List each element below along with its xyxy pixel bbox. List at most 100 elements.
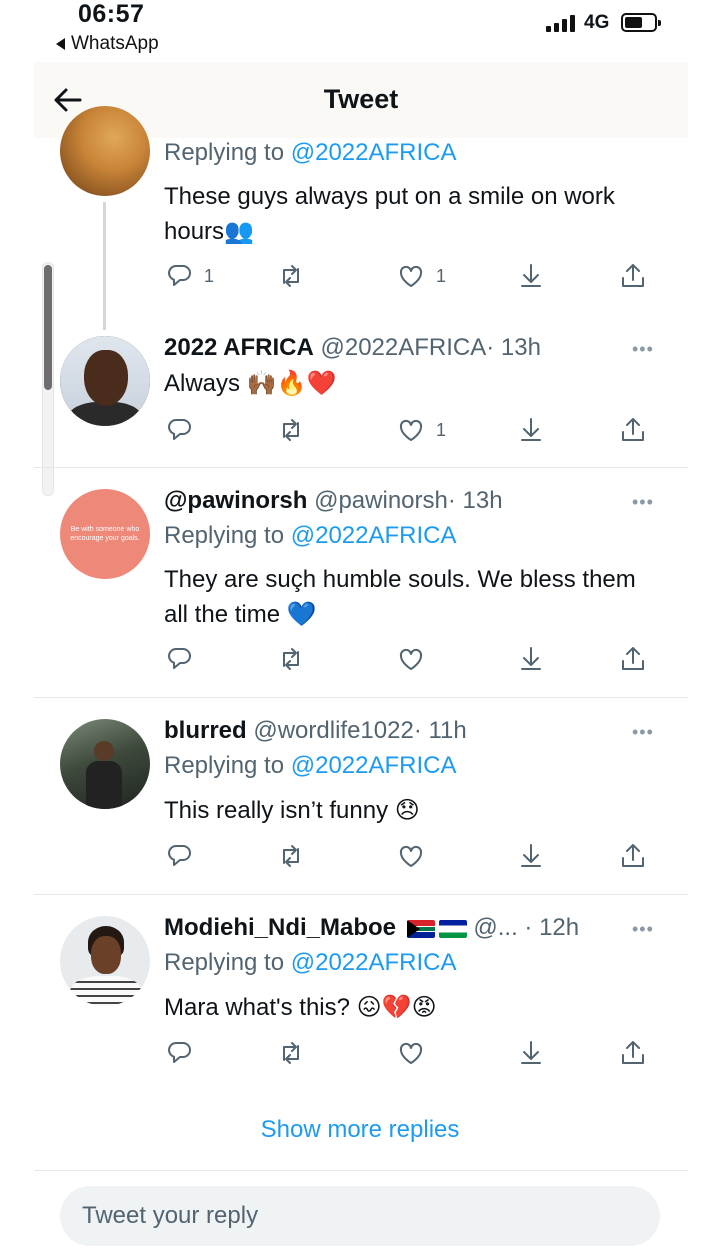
tweet-header: 2022 AFRICA @2022AFRICA· 13h [164,333,541,363]
retweet-icon [283,845,299,867]
back-app-label: WhatsApp [71,33,159,54]
retweet-button[interactable] [276,259,306,293]
tweet-actions [164,642,664,676]
battery-icon [621,13,661,32]
retweet-button[interactable] [276,642,306,676]
scrollbar-thumb[interactable] [44,265,52,390]
like-button[interactable] [396,839,426,873]
replying-to-link[interactable]: @2022AFRICA [291,522,457,549]
back-triangle-icon [56,38,65,50]
bookmark-button[interactable] [516,1036,546,1070]
tweet-actions [164,1036,664,1070]
scrollbar[interactable] [42,262,54,496]
retweet-icon [283,265,299,287]
tweet-text: These guys always put on a smile on work… [164,183,615,245]
lesotho-flag-icon [438,919,467,938]
tweet-header: blurred @wordlife1022· 11h [164,716,467,746]
emoji: 😖💔😡 [356,993,437,1021]
page-title: Tweet [323,84,399,114]
display-name[interactable]: Modiehi_Ndi_Maboe [164,914,396,941]
like-button[interactable]: 1 [396,259,446,293]
thread-connector [103,202,106,330]
tweet-header: Modiehi_Ndi_Maboe @... · 12h [164,913,579,943]
share-button[interactable] [618,413,648,447]
reply-count: 1 [204,265,215,286]
tweet-actions: 1 1 [164,259,664,293]
like-count: 1 [436,419,447,440]
network-type: 4G [584,12,610,33]
replying-to-link[interactable]: @2022AFRICA [291,949,457,976]
download-icon [521,647,541,670]
share-button[interactable] [618,259,648,293]
replying-to-link[interactable]: @2022AFRICA [291,139,457,166]
retweet-button[interactable] [276,1036,306,1070]
heart-icon [399,1042,423,1064]
reply-button[interactable] [164,413,204,447]
avatar[interactable] [60,336,150,426]
display-name[interactable]: @pawinorsh [164,487,307,514]
replying-to: Replying to @2022AFRICA [164,139,457,166]
retweet-button[interactable] [276,839,306,873]
timestamp: · 13h [486,334,541,361]
reply-icon [168,845,191,866]
avatar[interactable] [60,916,150,1006]
replying-to: Replying to @2022AFRICA [164,949,457,976]
emoji: 😞 [394,796,420,824]
more-options-icon[interactable]: ••• [632,492,654,513]
divider [34,697,688,698]
handle[interactable]: @2022AFRICA [321,334,487,361]
heart-icon [399,419,423,441]
download-icon [521,418,541,441]
more-options-icon[interactable]: ••• [632,919,654,940]
avatar-text: Be with someone who encourage your goals… [70,526,140,542]
divider [34,894,688,895]
share-icon [622,264,644,287]
display-name[interactable]: blurred [164,717,247,744]
handle[interactable]: @wordlife1022 [253,717,413,744]
share-button[interactable] [618,1036,648,1070]
emoji: 🙌🏾🔥❤️ [246,369,337,397]
tweet-text: Mara what's this? 😖💔😡 [164,993,437,1021]
avatar[interactable] [60,106,150,196]
download-icon [521,844,541,867]
bookmark-button[interactable] [516,259,546,293]
show-more-replies-link[interactable]: Show more replies [0,1116,720,1144]
like-button[interactable] [396,1036,426,1070]
display-name[interactable]: 2022 AFRICA [164,334,314,361]
replying-to-link[interactable]: @2022AFRICA [291,752,457,779]
avatar[interactable]: Be with someone who encourage your goals… [60,489,150,579]
handle[interactable]: @... [473,914,517,941]
handle[interactable]: @pawinorsh [314,487,448,514]
retweet-button[interactable] [276,413,306,447]
emoji: 💙 [286,600,317,628]
share-icon [622,844,644,867]
more-options-icon[interactable]: ••• [632,339,654,360]
like-button[interactable] [396,642,426,676]
tweet-actions [164,839,664,873]
share-button[interactable] [618,642,648,676]
reply-button[interactable] [164,839,194,873]
reply-button[interactable]: 1 [164,259,214,293]
status-bar: 06:57 WhatsApp 4G [0,0,720,62]
bookmark-button[interactable] [516,413,546,447]
heart-icon [399,648,423,670]
download-icon [521,264,541,287]
timestamp: · 11h [413,717,467,744]
reply-button[interactable] [164,1036,194,1070]
reply-input[interactable]: Tweet your reply [60,1186,660,1246]
back-to-app-link[interactable]: WhatsApp [56,33,159,55]
retweet-icon [283,648,299,670]
reply-icon [168,648,191,669]
bookmark-button[interactable] [516,642,546,676]
reply-button[interactable] [164,642,194,676]
more-options-icon[interactable]: ••• [632,722,654,743]
like-count: 1 [436,265,447,286]
divider [34,467,688,468]
timestamp: · 12h [524,914,580,941]
share-button[interactable] [618,839,648,873]
bookmark-button[interactable] [516,839,546,873]
download-icon [521,1041,541,1064]
tweet-header: @pawinorsh @pawinorsh· 13h [164,486,503,516]
avatar[interactable] [60,719,150,809]
like-button[interactable]: 1 [396,413,446,447]
